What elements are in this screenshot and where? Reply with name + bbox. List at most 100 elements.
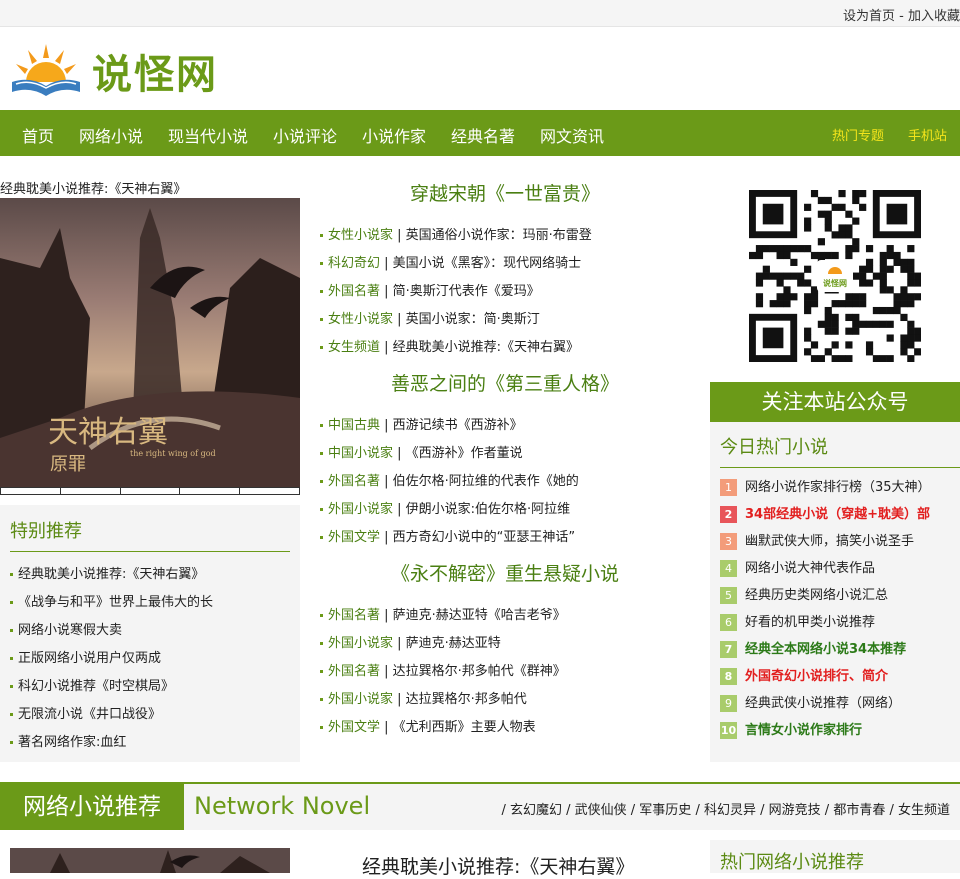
list-item[interactable]: 外国文学 | 西方奇幻小说中的“亚瑟王神话” [320, 524, 690, 552]
special-recommend-panel: 特别推荐 经典耽美小说推荐:《天神右翼》 《战争与和平》世界上最伟大的长 网络小… [0, 505, 300, 762]
list-item[interactable]: 女生频道 | 经典耽美小说推荐:《天神右翼》 [320, 334, 690, 362]
nav-item-novelist[interactable]: 小说作家 [362, 123, 426, 147]
hot-network-novels-title: 热门网络小说推荐 [720, 852, 864, 873]
cover-subtitle: 原罪 [50, 454, 86, 475]
qr-logo: 说怪网 [817, 260, 853, 292]
slider-dot-5[interactable] [240, 488, 299, 494]
nav-hot-topics[interactable]: 热门专题 [832, 125, 884, 144]
tag-separator: / [691, 803, 704, 818]
hot-novel-title: 言情女小说作家排行 [745, 723, 863, 738]
rank-badge: 6 [720, 614, 737, 631]
slider-dot-3[interactable] [120, 488, 181, 494]
list-item[interactable]: 外国小说家 | 达拉巽格尔·邦多帕代 [320, 686, 690, 714]
genre-tag-link[interactable]: 女生频道 [898, 803, 950, 818]
list-item[interactable]: 科幻奇幻 | 美国小说《黑客》：现代网络骑士 [320, 250, 690, 278]
list-item[interactable]: 外国文学 | 《尤利西斯》主要人物表 [320, 714, 690, 742]
genre-tags: / 玄幻魔幻 / 武侠仙侠 / 军事历史 / 科幻灵异 / 网游竞技 / 都市青… [501, 799, 950, 818]
set-homepage-link[interactable]: 设为首页 [843, 9, 895, 24]
tag-separator: / [820, 803, 834, 818]
hot-novel-item[interactable]: 10 言情女小说作家排行 [720, 717, 960, 744]
divider [10, 551, 290, 552]
article-list: 女性小说家 | 英国通俗小说作家：玛丽·布雷登 科幻奇幻 | 美国小说《黑客》：… [320, 222, 690, 362]
list-item[interactable]: 外国小说家 | 伊朗小说家:伯佐尔格·阿拉维 [320, 496, 690, 524]
hot-novel-title: 好看的机甲类小说推荐 [745, 615, 876, 630]
hot-novel-item[interactable]: 4 网络小说大神代表作品 [720, 555, 960, 582]
genre-tag-link[interactable]: 玄幻魔幻 [510, 803, 562, 818]
list-item[interactable]: 正版网络小说用户仅两成 [10, 645, 213, 673]
hot-novel-item[interactable]: 2 34部经典小说（穿越+耽美）部 [720, 501, 960, 528]
wechat-qr-code: 说怪网 [749, 190, 922, 363]
hot-novels-panel: 今日热门小说 1 网络小说作家排行榜（35大神） 2 34部经典小说（穿越+耽美）部 3… [710, 422, 960, 762]
network-novel-header: 网络小说推荐 Network Novel / 玄幻魔幻 / 武侠仙侠 / 军事历… [0, 782, 960, 830]
headline-column: 穿越宋朝《一世富贵》 女性小说家 | 英国通俗小说作家：玛丽·布雷登 科幻奇幻 … [320, 180, 690, 742]
hot-novel-item[interactable]: 5 经典历史类网络小说汇总 [720, 582, 960, 609]
rank-badge: 3 [720, 533, 737, 550]
top-bar: 设为首页 - 加入收藏 [0, 0, 960, 27]
list-item[interactable]: 经典耽美小说推荐:《天神右翼》 [10, 561, 213, 589]
tag-separator: / [885, 803, 898, 818]
site-name: 说怪网 [92, 52, 218, 98]
genre-tag-link[interactable]: 都市青春 [833, 803, 885, 818]
article-list: 外国名著 | 萨迪克·赫达亚特《哈吉老爷》 外国小说家 | 萨迪克·赫达亚特 外… [320, 602, 690, 742]
nav-item-web-news[interactable]: 网文资讯 [540, 123, 604, 147]
list-item[interactable]: 外国名著 | 达拉巽格尔·邦多帕代《群神》 [320, 658, 690, 686]
genre-tag-link[interactable]: 武侠仙侠 [575, 803, 627, 818]
genre-tag-link[interactable]: 网游竞技 [769, 803, 821, 818]
feature-caption[interactable]: 经典耽美小说推荐:《天神右翼》 [0, 178, 186, 197]
nav-item-network-novel[interactable]: 网络小说 [79, 123, 143, 147]
hot-novel-title: 经典武侠小说推荐（网络） [745, 696, 902, 711]
feature-cover-image[interactable]: 天神右翼 原罪 the right wing of god [0, 198, 300, 488]
nav-item-classics[interactable]: 经典名著 [451, 123, 515, 147]
hot-novel-item[interactable]: 9 经典武侠小说推荐（网络） [720, 690, 960, 717]
network-feature-cover[interactable] [10, 848, 290, 873]
slider-dot-4[interactable] [180, 488, 241, 494]
list-item[interactable]: 外国小说家 | 萨迪克·赫达亚特 [320, 630, 690, 658]
list-item[interactable]: 中国古典 | 西游记续书《西游补》 [320, 412, 690, 440]
hot-novel-item[interactable]: 1 网络小说作家排行榜（35大神） [720, 474, 960, 501]
genre-tag-link[interactable]: 科幻灵异 [704, 803, 756, 818]
list-item[interactable]: 女性小说家 | 英国小说家：简·奥斯汀 [320, 306, 690, 334]
rank-badge: 10 [720, 722, 737, 739]
hot-novel-item[interactable]: 6 好看的机甲类小说推荐 [720, 609, 960, 636]
special-recommend-list: 经典耽美小说推荐:《天神右翼》 《战争与和平》世界上最伟大的长 网络小说寒假大卖… [10, 561, 213, 757]
nav-item-modern-novel[interactable]: 现当代小说 [168, 123, 248, 147]
list-item[interactable]: 外国名著 | 简·奥斯汀代表作《爱玛》 [320, 278, 690, 306]
add-favorite-link[interactable]: 加入收藏 [908, 9, 960, 24]
cover-title: 天神右翼 [48, 415, 168, 450]
genre-tag-link[interactable]: 军事历史 [639, 803, 691, 818]
list-item[interactable]: 《战争与和平》世界上最伟大的长 [10, 589, 213, 617]
section-headline[interactable]: 《永不解密》重生悬疑小说 [320, 560, 690, 588]
list-item[interactable]: 著名网络作家:血红 [10, 729, 213, 757]
rank-badge: 5 [720, 587, 737, 604]
hot-novel-title: 幽默武侠大师，搞笑小说圣手 [745, 534, 915, 549]
hot-novels-title: 今日热门小说 [720, 437, 828, 458]
list-item[interactable]: 中国小说家 | 《西游补》作者董说 [320, 440, 690, 468]
list-item[interactable]: 科幻小说推荐《时空棋局》 [10, 673, 213, 701]
fantasy-cover-art: 天神右翼 原罪 the right wing of god [0, 198, 300, 488]
hot-network-novels-panel: 热门网络小说推荐 [710, 840, 960, 873]
rank-badge: 4 [720, 560, 737, 577]
network-feature-title[interactable]: 经典耽美小说推荐:《天神右翼》 [362, 852, 634, 879]
nav-item-novel-review[interactable]: 小说评论 [273, 123, 337, 147]
cover-strip [10, 848, 290, 873]
section-headline[interactable]: 善恶之间的《第三重人格》 [320, 370, 690, 398]
list-item[interactable]: 无限流小说《井口战役》 [10, 701, 213, 729]
list-item[interactable]: 女性小说家 | 英国通俗小说作家：玛丽·布雷登 [320, 222, 690, 250]
list-item[interactable]: 网络小说寒假大卖 [10, 617, 213, 645]
list-item[interactable]: 外国名著 | 伯佐尔格·阿拉维的代表作《她的 [320, 468, 690, 496]
slider-dot-2[interactable] [60, 488, 121, 494]
top-links: 设为首页 - 加入收藏 [843, 9, 960, 24]
tag-separator: / [755, 803, 769, 818]
hot-novel-item[interactable]: 7 经典全本网络小说34本推荐 [720, 636, 960, 663]
hot-novel-title: 经典历史类网络小说汇总 [745, 588, 889, 603]
section-headline[interactable]: 穿越宋朝《一世富贵》 [320, 180, 690, 208]
hot-novel-item[interactable]: 8 外国奇幻小说排行、简介 [720, 663, 960, 690]
site-logo[interactable]: 说怪网 [8, 40, 248, 98]
nav-mobile-site[interactable]: 手机站 [908, 125, 947, 144]
follow-account-banner: 关注本站公众号 [710, 382, 960, 422]
nav-item-home[interactable]: 首页 [22, 123, 54, 147]
slider-dot-1[interactable] [1, 488, 61, 494]
list-item[interactable]: 外国名著 | 萨迪克·赫达亚特《哈吉老爷》 [320, 602, 690, 630]
article-list: 中国古典 | 西游记续书《西游补》 中国小说家 | 《西游补》作者董说 外国名著… [320, 412, 690, 552]
hot-novel-item[interactable]: 3 幽默武侠大师，搞笑小说圣手 [720, 528, 960, 555]
